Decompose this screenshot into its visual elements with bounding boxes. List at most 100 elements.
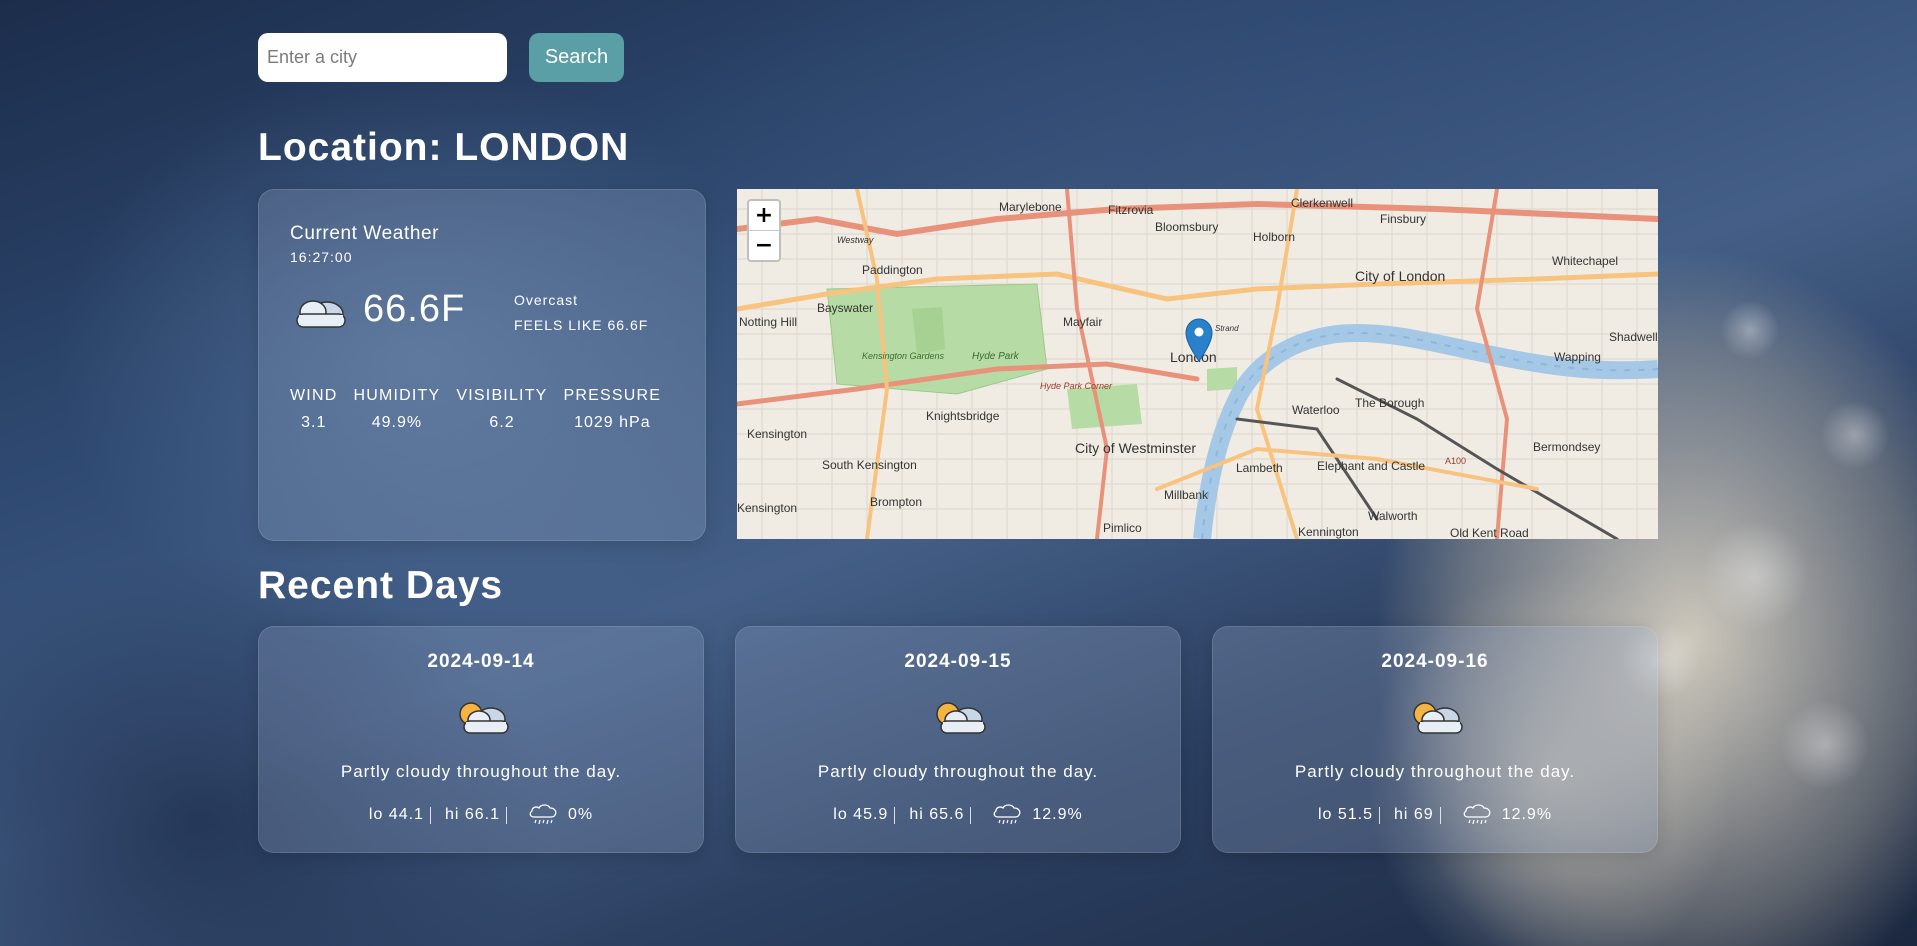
stat-value: 49.9% xyxy=(371,414,423,431)
map-label: Waterloo xyxy=(1292,403,1340,417)
map-label: Strand xyxy=(1215,324,1239,333)
map-label: Marylebone xyxy=(999,200,1062,214)
map-label: Lambeth xyxy=(1236,461,1283,475)
background-bokeh xyxy=(1720,300,1780,360)
day-stats: lo 44.1 hi 66.1 0% xyxy=(259,802,703,828)
stat-pressure: PRESSURE 1029 hPa xyxy=(564,387,662,432)
map-zoom-control: + − xyxy=(747,199,781,262)
cloudy-icon xyxy=(296,300,346,328)
partly-cloudy-icon xyxy=(936,702,986,734)
recent-days-title: Recent Days xyxy=(258,564,504,607)
partly-cloudy-icon xyxy=(1413,702,1463,734)
city-map[interactable]: Marylebone Fitzrovia Bloomsbury Clerkenw… xyxy=(737,189,1658,539)
day-date: 2024-09-14 xyxy=(427,651,535,672)
day-stats: lo 45.9 hi 65.6 12.9% xyxy=(736,802,1180,828)
map-label: Hyde Park Corner xyxy=(1040,381,1113,391)
day-card: 2024-09-14 Partly cloudy throughout the … xyxy=(258,626,704,853)
divider xyxy=(970,806,972,824)
day-description: Partly cloudy throughout the day. xyxy=(340,762,622,781)
day-card: 2024-09-15 Partly cloudy throughout the … xyxy=(735,626,1181,853)
divider xyxy=(1378,806,1380,824)
day-high: hi 69 xyxy=(1393,806,1434,823)
map-label: Notting Hill xyxy=(739,315,797,329)
map-label: Finsbury xyxy=(1380,212,1426,226)
map-label: Brompton xyxy=(870,495,922,509)
day-precip: 12.9% xyxy=(1032,806,1083,823)
stat-humidity: HUMIDITY 49.9% xyxy=(353,387,440,432)
zoom-out-button[interactable]: − xyxy=(749,230,779,260)
map-label: Bermondsey xyxy=(1533,440,1600,454)
map-label: Kennington xyxy=(1298,525,1359,539)
map-label: Shadwell xyxy=(1609,330,1658,344)
background-bokeh xyxy=(1780,700,1870,790)
map-label: Whitechapel xyxy=(1552,254,1618,268)
stat-label: PRESSURE xyxy=(563,387,662,404)
partly-cloudy-icon xyxy=(459,702,509,734)
map-label: Hyde Park xyxy=(972,351,1020,362)
map-label: Clerkenwell xyxy=(1291,196,1353,210)
rain-cloud-icon xyxy=(1463,804,1491,825)
day-precip: 0% xyxy=(567,806,594,823)
map-label: Bayswater xyxy=(817,301,873,315)
current-temperature: 66.6F xyxy=(363,288,466,330)
current-weather-card: Current Weather 16:27:00 66.6F Overcast … xyxy=(258,189,706,541)
day-high: hi 65.6 xyxy=(909,806,965,823)
map-label: City of Westminster xyxy=(1075,440,1196,456)
day-stats: lo 51.5 hi 69 12.9% xyxy=(1213,802,1657,828)
divider xyxy=(429,806,431,824)
stat-label: HUMIDITY xyxy=(353,387,441,404)
stat-value: 6.2 xyxy=(489,414,515,431)
day-date: 2024-09-15 xyxy=(904,651,1012,672)
day-low: lo 44.1 xyxy=(368,806,424,823)
map-label: Knightsbridge xyxy=(926,409,1000,423)
stat-label: WIND xyxy=(290,387,338,404)
day-card: 2024-09-16 Partly cloudy throughout the … xyxy=(1212,626,1658,853)
day-precip: 12.9% xyxy=(1501,806,1553,823)
day-low: lo 51.5 xyxy=(1317,806,1373,823)
city-search-input[interactable] xyxy=(258,33,507,82)
stat-visibility: VISIBILITY 6.2 xyxy=(456,387,547,432)
map-label: Walworth xyxy=(1368,509,1418,523)
location-title: Location: LONDON xyxy=(258,126,630,169)
background-bokeh xyxy=(1700,520,1810,630)
map-label: Kensington xyxy=(747,427,807,441)
day-date: 2024-09-16 xyxy=(1381,651,1489,672)
map-tiles[interactable]: Marylebone Fitzrovia Bloomsbury Clerkenw… xyxy=(737,189,1658,539)
divider xyxy=(894,806,896,824)
map-label: Bloomsbury xyxy=(1155,220,1218,234)
day-high: hi 66.1 xyxy=(444,806,500,823)
current-stats: WIND 3.1 HUMIDITY 49.9% VISIBILITY 6.2 P… xyxy=(290,387,661,432)
map-label: Paddington xyxy=(862,263,923,277)
map-label: City of London xyxy=(1355,268,1445,284)
map-label: Millbank xyxy=(1164,488,1209,502)
background-bokeh xyxy=(1820,400,1890,470)
stat-value: 1029 hPa xyxy=(574,414,651,431)
map-label: Elephant and Castle xyxy=(1317,459,1425,473)
map-label: Pimlico xyxy=(1103,521,1142,535)
map-label: Mayfair xyxy=(1063,315,1102,329)
map-label: Kensington xyxy=(737,501,797,515)
search-bar: Search xyxy=(258,33,624,82)
divider xyxy=(1439,806,1441,824)
day-description: Partly cloudy throughout the day. xyxy=(817,762,1099,781)
stat-value: 3.1 xyxy=(301,414,327,431)
map-label: Holborn xyxy=(1253,230,1295,244)
map-label: The Borough xyxy=(1355,396,1424,410)
divider xyxy=(505,806,507,824)
map-label: Kensington Gardens xyxy=(862,351,945,361)
map-label: South Kensington xyxy=(822,458,917,472)
map-label: A100 xyxy=(1445,456,1466,466)
zoom-in-button[interactable]: + xyxy=(749,201,779,230)
map-label: Old Kent Road xyxy=(1450,526,1529,539)
stat-wind: WIND 3.1 xyxy=(290,387,337,432)
current-weather-title: Current Weather xyxy=(290,223,440,244)
map-label: Wapping xyxy=(1554,350,1601,364)
feels-like: FEELS LIKE 66.6F xyxy=(514,317,649,333)
map-label: Westway xyxy=(837,235,874,245)
current-time: 16:27:00 xyxy=(290,249,353,265)
rain-cloud-icon xyxy=(529,804,557,825)
map-label: Fitzrovia xyxy=(1108,203,1154,217)
search-button[interactable]: Search xyxy=(529,33,624,82)
day-low: lo 45.9 xyxy=(833,806,889,823)
day-description: Partly cloudy throughout the day. xyxy=(1294,762,1576,781)
